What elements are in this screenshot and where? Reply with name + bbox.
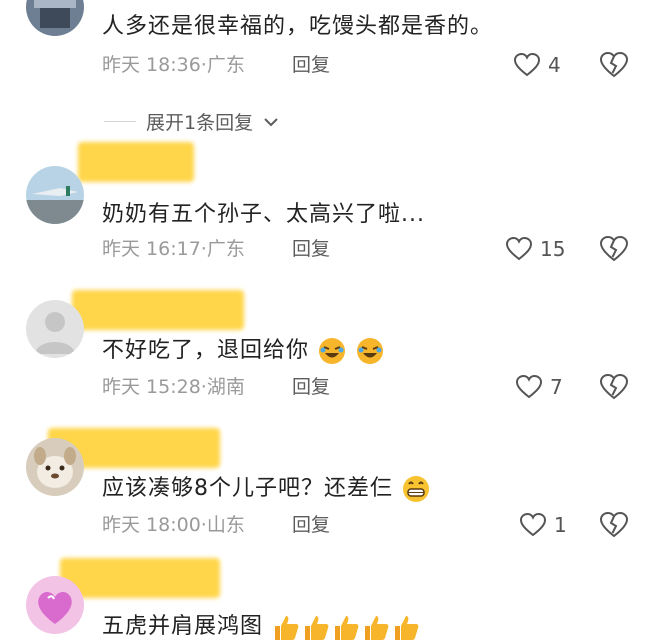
comment-time: 昨天 16:17 [102, 238, 201, 260]
rofl-emoji [357, 338, 384, 364]
broken-heart-icon[interactable] [600, 236, 628, 262]
comment-meta: 昨天 18:36·广东 [102, 54, 245, 76]
thumbs-up-emoji [395, 616, 419, 640]
comment-list: 人多还是很幸福的，吃馒头都是香的。 昨天 18:36·广东 回复 4 展开1条回… [0, 0, 656, 640]
like-button[interactable]: 1 [520, 512, 567, 538]
avatar[interactable] [26, 300, 84, 358]
comment-meta: 昨天 15:28·湖南 [102, 376, 245, 398]
heart-outline-icon [506, 237, 532, 261]
like-count: 4 [548, 53, 561, 77]
comment-meta: 昨天 16:17·广东 [102, 238, 245, 260]
reply-button[interactable]: 回复 [292, 236, 330, 262]
like-count: 15 [540, 237, 566, 261]
thumbs-up-emoji [305, 616, 329, 640]
like-button[interactable]: 4 [514, 52, 561, 78]
reply-button[interactable]: 回复 [292, 374, 330, 400]
heart-outline-icon [514, 53, 540, 77]
thumbs-up-emoji [335, 616, 359, 640]
broken-heart-icon[interactable] [600, 52, 628, 78]
comment-time: 昨天 15:28 [102, 376, 201, 398]
comment-text: 应该凑够8个儿子吧？还差仨 [102, 474, 431, 504]
comment-text: 不好吃了，退回给你 [102, 336, 385, 366]
comment-time: 昨天 18:00 [102, 514, 201, 536]
comment-text: 五虎并肩展鸿图 [102, 612, 421, 640]
comment-location: 广东 [206, 54, 245, 76]
like-count: 1 [554, 513, 567, 537]
heart-outline-icon [516, 375, 542, 399]
redacted-username [72, 290, 244, 330]
expand-replies-button[interactable]: 展开1条回复 [104, 108, 279, 135]
comment-text-body: 不好吃了，退回给你 [102, 338, 310, 363]
comment-text: 奶奶有五个孙子、太高兴了啦... [102, 202, 425, 227]
avatar[interactable] [26, 0, 84, 36]
divider [104, 121, 136, 122]
comment-text-body: 五虎并肩展鸿图 [102, 614, 264, 639]
thumbs-up-emoji [365, 616, 389, 640]
reply-button[interactable]: 回复 [292, 512, 330, 538]
comment-time: 昨天 18:36 [102, 54, 201, 76]
grin-emoji [403, 476, 429, 502]
redacted-username [60, 558, 220, 598]
chevron-down-icon [264, 117, 278, 126]
comment-text-body: 应该凑够8个儿子吧？还差仨 [102, 476, 393, 501]
like-button[interactable]: 7 [516, 374, 563, 400]
heart-outline-icon [520, 513, 546, 537]
comment-text: 人多还是很幸福的，吃馒头都是香的。 [102, 14, 494, 39]
thumbs-up-emoji [275, 616, 299, 640]
redacted-username [78, 142, 194, 182]
like-button[interactable]: 15 [506, 236, 565, 262]
avatar[interactable] [26, 166, 84, 224]
comment-location: 广东 [206, 238, 245, 260]
like-count: 7 [550, 375, 563, 399]
rofl-emoji [319, 338, 346, 364]
comment-location: 湖南 [206, 376, 245, 398]
reply-button[interactable]: 回复 [292, 52, 330, 78]
broken-heart-icon[interactable] [600, 512, 628, 538]
comment-location: 山东 [206, 514, 245, 536]
avatar[interactable] [26, 576, 84, 634]
avatar[interactable] [26, 438, 84, 496]
broken-heart-icon[interactable] [600, 374, 628, 400]
expand-replies-label: 展开1条回复 [146, 112, 254, 134]
comment-meta: 昨天 18:00·山东 [102, 514, 245, 536]
